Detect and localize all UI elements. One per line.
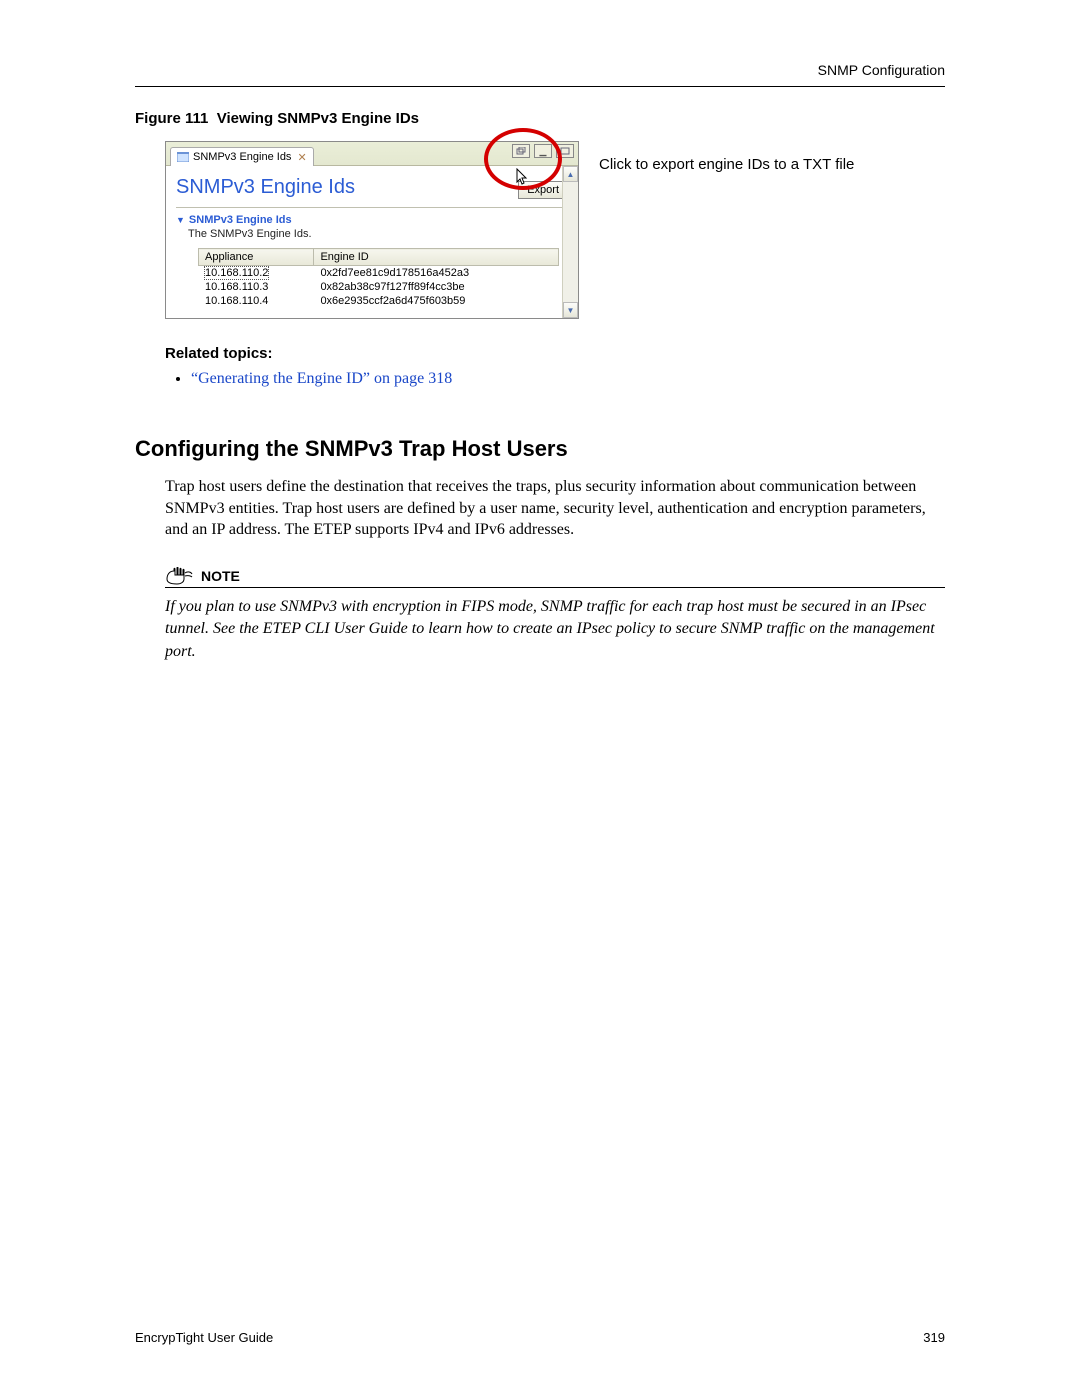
vertical-scrollbar[interactable]: ▲ ▼ <box>562 166 578 318</box>
section-header-text: SNMPv3 Engine Ids <box>189 214 292 226</box>
cell-engine-id: 0x2fd7ee81c9d178516a452a3 <box>314 266 558 281</box>
cross-reference-link[interactable]: “Generating the Engine ID” on page 318 <box>191 370 452 387</box>
cell-appliance: 10.168.110.3 <box>199 280 314 294</box>
body-paragraph: Trap host users define the destination t… <box>165 476 945 541</box>
column-engine-id[interactable]: Engine ID <box>314 249 558 266</box>
figure-label: Figure 111 <box>135 110 208 127</box>
related-topics-heading: Related topics: <box>165 345 945 362</box>
figure: SNMPv3 Engine Ids ✕ ▁ SNMPv3 Engine Ids <box>165 141 945 319</box>
scroll-down-icon[interactable]: ▼ <box>563 302 578 318</box>
table-row[interactable]: 10.168.110.3 0x82ab38c97f127ff89f4cc3be <box>199 280 559 294</box>
cursor-icon <box>516 168 530 189</box>
window-minimize-icon[interactable]: ▁ <box>534 144 552 158</box>
window-controls: ▁ <box>512 144 574 158</box>
tab-label: SNMPv3 Engine Ids <box>193 151 291 163</box>
window-restore-icon[interactable] <box>512 144 530 158</box>
chevron-down-icon: ▼ <box>176 215 185 225</box>
section-header[interactable]: ▼ SNMPv3 Engine Ids <box>176 214 568 226</box>
table-row[interactable]: 10.168.110.4 0x6e2935ccf2a6d475f603b59 <box>199 294 559 308</box>
footer-guide-title: EncrypTight User Guide <box>135 1330 273 1345</box>
table-row[interactable]: 10.168.110.2 0x2fd7ee81c9d178516a452a3 <box>199 266 559 281</box>
table-header-row: Appliance Engine ID <box>199 249 559 266</box>
title-divider <box>176 207 568 208</box>
tab-bar: SNMPv3 Engine Ids ✕ ▁ <box>166 142 578 166</box>
note-hand-icon <box>165 567 193 585</box>
running-header: SNMP Configuration <box>818 62 945 78</box>
scroll-up-icon[interactable]: ▲ <box>563 166 578 182</box>
page-content: Figure 111 Viewing SNMPv3 Engine IDs SNM… <box>135 110 945 663</box>
page-footer: EncrypTight User Guide 319 <box>135 1330 945 1345</box>
document-icon <box>177 152 189 162</box>
note-block: NOTE If you plan to use SNMPv3 with encr… <box>165 567 945 663</box>
tab-close-icon[interactable]: ✕ <box>295 151 306 164</box>
related-topics-list: “Generating the Engine ID” on page 318 <box>191 370 945 388</box>
cell-appliance: 10.168.110.4 <box>199 294 314 308</box>
cell-engine-id: 0x6e2935ccf2a6d475f603b59 <box>314 294 558 308</box>
section-heading: Configuring the SNMPv3 Trap Host Users <box>135 436 945 462</box>
header-rule <box>135 86 945 87</box>
cell-engine-id: 0x82ab38c97f127ff89f4cc3be <box>314 280 558 294</box>
note-label: NOTE <box>201 568 240 584</box>
engine-id-table: Appliance Engine ID 10.168.110.2 0x2fd7e… <box>198 248 559 308</box>
section-description: The SNMPv3 Engine Ids. <box>188 228 568 240</box>
app-window: SNMPv3 Engine Ids ✕ ▁ SNMPv3 Engine Ids <box>165 141 579 319</box>
window-maximize-icon[interactable] <box>556 144 574 158</box>
figure-caption: Figure 111 Viewing SNMPv3 Engine IDs <box>135 110 945 127</box>
tab-snmpv3-engine-ids[interactable]: SNMPv3 Engine Ids ✕ <box>170 147 314 167</box>
note-body: If you plan to use SNMPv3 with encryptio… <box>165 596 945 663</box>
note-header: NOTE <box>165 567 945 588</box>
figure-callout: Click to export engine IDs to a TXT file <box>599 155 854 175</box>
list-item: “Generating the Engine ID” on page 318 <box>191 370 945 388</box>
panel-title: SNMPv3 Engine Ids <box>176 172 355 207</box>
column-appliance[interactable]: Appliance <box>199 249 314 266</box>
cell-appliance: 10.168.110.2 <box>205 267 268 279</box>
footer-page-number: 319 <box>923 1330 945 1345</box>
figure-title: Viewing SNMPv3 Engine IDs <box>217 110 419 127</box>
